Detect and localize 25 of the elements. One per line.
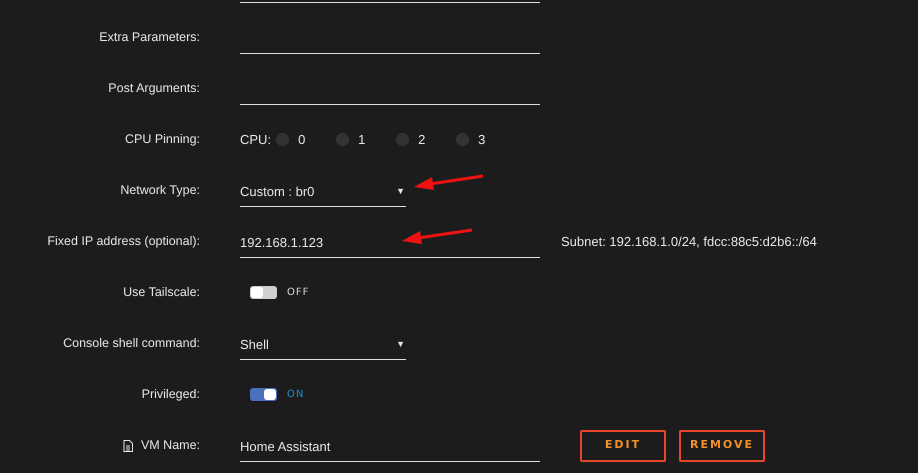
- field-label: VM Name:: [140, 437, 200, 454]
- cpu-label: CPU:: [240, 130, 272, 149]
- input-field[interactable]: Home Assistant: [240, 430, 540, 462]
- cpu-checkbox[interactable]: 1: [336, 130, 396, 150]
- field-label: Fixed IP address (optional):: [47, 233, 200, 250]
- remove-button[interactable]: REMOVE: [679, 430, 765, 462]
- cpu-checkbox[interactable]: 3: [456, 130, 516, 150]
- field-label: Use Tailscale:: [123, 284, 200, 302]
- dropdown[interactable]: Shell ▼: [240, 328, 406, 360]
- field-label: Privileged:: [142, 386, 200, 404]
- cpu-checkbox[interactable]: 2: [396, 130, 456, 150]
- field-label: Post Arguments:: [108, 80, 200, 98]
- edit-button[interactable]: EDIT: [580, 430, 666, 462]
- cpu-checkbox[interactable]: 0: [276, 130, 336, 150]
- field-label: CPU Pinning:: [124, 131, 200, 148]
- toggle-state: OFF: [287, 286, 310, 300]
- dropdown[interactable]: Custom : br0 ▼: [240, 174, 406, 206]
- field-label: Extra Parameters:: [99, 29, 200, 46]
- document-icon: [122, 440, 133, 452]
- field-label: Console shell command:: [63, 335, 200, 352]
- subnet-note: Subnet: 192.168.1.0/24, fdcc:88c5:d2b6::/64: [561, 232, 817, 251]
- toggle-switch[interactable]: [250, 388, 277, 401]
- field-label: Network Type:: [120, 182, 200, 200]
- toggle-switch[interactable]: [250, 286, 277, 299]
- toggle-state: ON: [287, 388, 304, 402]
